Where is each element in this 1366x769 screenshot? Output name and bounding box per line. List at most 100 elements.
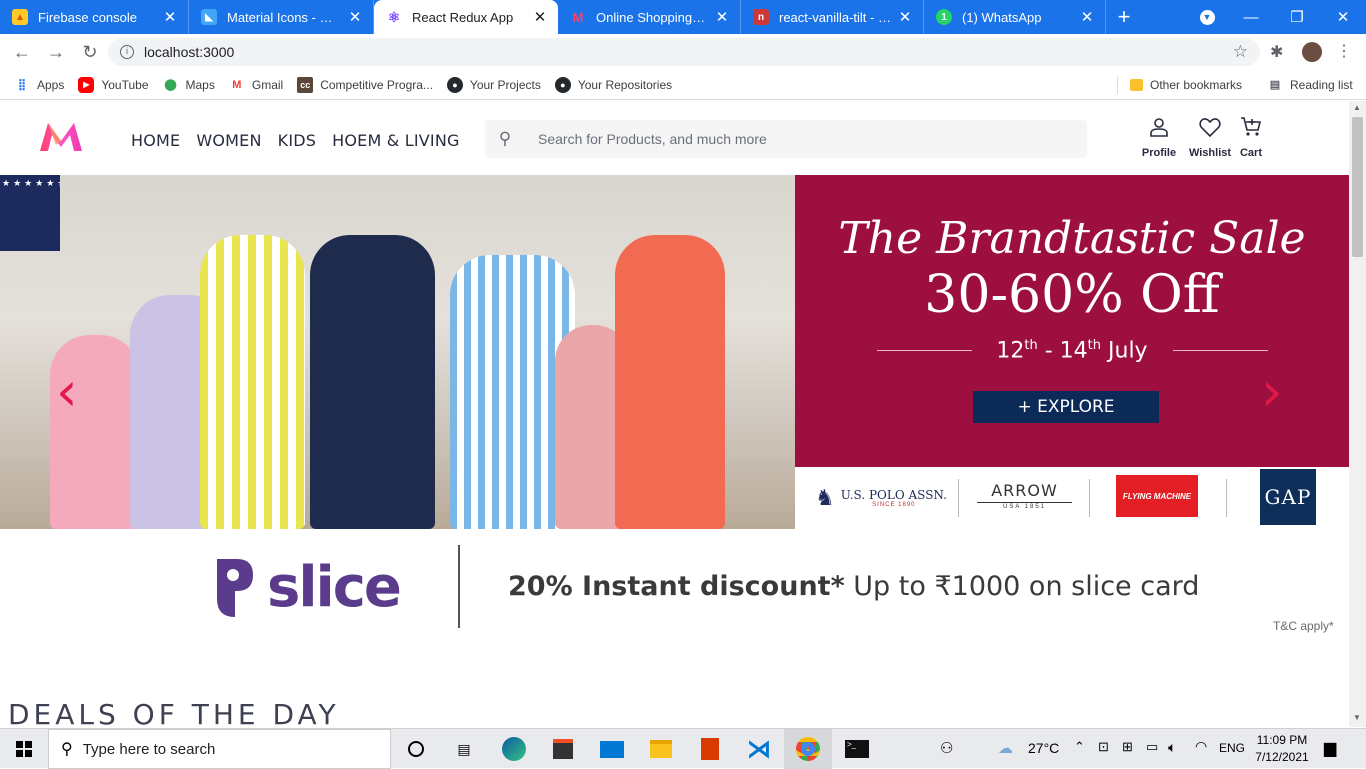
- bookmark-apps[interactable]: ⣿ Apps: [14, 77, 64, 93]
- nav-home[interactable]: HOME: [131, 131, 180, 150]
- tab-search-icon[interactable]: ▼: [1184, 0, 1230, 34]
- brand-us-polo[interactable]: ♞ U.S. POLO ASSN. SINCE 1890: [815, 479, 955, 517]
- taskbar-search-input[interactable]: Type here to search: [83, 741, 216, 758]
- sale-banner-carousel[interactable]: ★★★★★★★★★★★★★★★★★★★★★★★★★ ‹ The Brandtas…: [0, 175, 1349, 529]
- notifications-icon[interactable]: ▆: [1324, 738, 1336, 758]
- mail-icon[interactable]: [588, 729, 636, 769]
- tab-title: (1) WhatsApp: [962, 9, 1042, 25]
- slice-offer-detail: Up to ₹1000 on slice card: [844, 571, 1200, 602]
- volume-icon[interactable]: 🔈︎: [1168, 739, 1176, 756]
- brand-divider: [958, 479, 959, 517]
- person-figure: [615, 235, 725, 529]
- minimize-icon[interactable]: —: [1228, 0, 1274, 34]
- explore-button[interactable]: + EXPLORE: [973, 391, 1159, 423]
- main-nav: HOME WOMEN KIDS HOEM & LIVING: [131, 131, 460, 150]
- nav-women[interactable]: WOMEN: [196, 131, 261, 150]
- edge-icon[interactable]: [490, 729, 538, 769]
- slice-offer-banner[interactable]: slice 20% Instant discount* Up to ₹1000 …: [0, 529, 1349, 649]
- bookmark-competitive-programming[interactable]: cc Competitive Progra...: [297, 76, 433, 93]
- close-tab-icon[interactable]: ✕: [347, 8, 363, 26]
- vscode-icon[interactable]: ⋊: [735, 729, 783, 769]
- heart-icon: [1199, 118, 1221, 138]
- taskbar-search-box[interactable]: ⚲ Type here to search: [48, 729, 391, 769]
- bookmark-label: Your Repositories: [577, 77, 673, 92]
- slice-terms: T&C apply*: [1273, 619, 1334, 633]
- bookmark-gmail[interactable]: M Gmail: [229, 77, 283, 93]
- scroll-up-arrow[interactable]: ▲: [1353, 103, 1361, 112]
- close-tab-icon[interactable]: ✕: [162, 8, 178, 26]
- store-icon[interactable]: [539, 729, 587, 769]
- chrome-icon[interactable]: [784, 729, 832, 769]
- tab-react-redux-app[interactable]: ⚛ React Redux App ✕: [374, 0, 558, 34]
- file-explorer-icon[interactable]: [637, 729, 685, 769]
- site-info-icon[interactable]: i: [120, 45, 134, 59]
- bookmark-star-icon[interactable]: ☆: [1233, 42, 1248, 62]
- people-icon[interactable]: ⚇: [940, 739, 953, 757]
- reading-list[interactable]: ▤ Reading list: [1267, 77, 1353, 93]
- tab-whatsapp[interactable]: 1 (1) WhatsApp ✕: [924, 0, 1106, 34]
- close-window-icon[interactable]: ✕: [1320, 0, 1366, 34]
- brand-flying-machine[interactable]: FLYING MACHINE: [1116, 475, 1198, 517]
- myntra-logo[interactable]: [38, 121, 84, 153]
- new-tab-button[interactable]: +: [1106, 0, 1142, 34]
- profile-button[interactable]: Profile: [1141, 115, 1177, 159]
- close-tab-icon[interactable]: ✕: [532, 8, 548, 26]
- avatar[interactable]: [1302, 42, 1322, 62]
- close-tab-icon[interactable]: ✕: [1079, 8, 1095, 26]
- carousel-next-button[interactable]: ›: [1261, 365, 1283, 419]
- bookmark-youtube[interactable]: ▶ YouTube: [78, 76, 149, 93]
- cart-button[interactable]: Cart: [1238, 115, 1264, 159]
- address-bar[interactable]: i localhost:3000 ☆: [108, 38, 1260, 66]
- nav-kids[interactable]: KIDS: [278, 131, 317, 150]
- back-icon[interactable]: ←: [6, 36, 38, 68]
- language-indicator[interactable]: ENG: [1219, 741, 1245, 755]
- material-icon: ◣: [201, 9, 217, 25]
- tab-material-icons[interactable]: ◣ Material Icons - Mater ✕: [189, 0, 374, 34]
- scrollbar-thumb[interactable]: [1352, 117, 1363, 257]
- menu-icon[interactable]: ⋮: [1336, 41, 1352, 61]
- react-redux-icon: ⚛: [387, 8, 401, 25]
- search-input[interactable]: Search for Products, and much more: [538, 131, 767, 147]
- bookmark-your-projects[interactable]: ● Your Projects: [446, 76, 541, 93]
- cortana-icon[interactable]: [392, 729, 440, 769]
- npm-icon: n: [753, 9, 769, 25]
- nav-home-living[interactable]: HOEM & LIVING: [332, 131, 459, 150]
- windows-start-icon[interactable]: [0, 729, 48, 769]
- tray-overflow-icon[interactable]: ⌃: [1074, 739, 1085, 755]
- brand-arrow[interactable]: ARROW USA 1851: [977, 481, 1072, 510]
- security-icon[interactable]: ⊞: [1122, 739, 1133, 755]
- search-icon: ⚲: [61, 741, 73, 758]
- task-view-icon[interactable]: ▤: [440, 729, 488, 769]
- wifi-icon[interactable]: ◠: [1195, 738, 1207, 755]
- weather-temperature[interactable]: 27°C: [1028, 740, 1059, 756]
- scroll-down-arrow[interactable]: ▼: [1353, 713, 1361, 722]
- office-icon[interactable]: [686, 729, 734, 769]
- extensions-icon[interactable]: ✱: [1270, 42, 1283, 62]
- slice-divider: [458, 545, 460, 628]
- terminal-icon[interactable]: >_: [833, 729, 881, 769]
- close-tab-icon[interactable]: ✕: [714, 8, 730, 26]
- reading-list-label: Reading list: [1290, 77, 1353, 92]
- tab-myntra[interactable]: M Online Shopping for W ✕: [558, 0, 741, 34]
- tab-firebase-console[interactable]: ▲ Firebase console ✕: [0, 0, 189, 34]
- tab-title: Firebase console: [38, 9, 137, 25]
- carousel-prev-button[interactable]: ‹: [56, 365, 78, 419]
- weather-icon[interactable]: ☁: [998, 739, 1013, 757]
- bookmark-maps[interactable]: ⬤ Maps: [163, 77, 215, 93]
- restore-icon[interactable]: ❐: [1274, 0, 1320, 34]
- wishlist-button[interactable]: Wishlist: [1187, 115, 1233, 159]
- forward-icon[interactable]: →: [40, 36, 72, 68]
- battery-icon[interactable]: ▭: [1146, 739, 1158, 755]
- slice-mark-icon: [217, 558, 253, 617]
- bookmark-label: Apps: [37, 77, 65, 92]
- meet-now-icon[interactable]: ⊡: [1098, 739, 1109, 755]
- tab-npm[interactable]: n react-vanilla-tilt - npm ✕: [741, 0, 924, 34]
- page-scrollbar[interactable]: ▲ ▼: [1349, 101, 1366, 727]
- product-search-box[interactable]: ⚲ Search for Products, and much more: [485, 120, 1087, 158]
- close-tab-icon[interactable]: ✕: [897, 8, 913, 26]
- reload-icon[interactable]: ↻: [74, 36, 106, 68]
- brand-gap[interactable]: GAP: [1260, 469, 1316, 525]
- clock[interactable]: 11:09 PM 7/12/2021: [1252, 732, 1312, 766]
- bookmark-your-repositories[interactable]: ● Your Repositories: [554, 76, 673, 93]
- other-bookmarks[interactable]: Other bookmarks: [1130, 78, 1242, 92]
